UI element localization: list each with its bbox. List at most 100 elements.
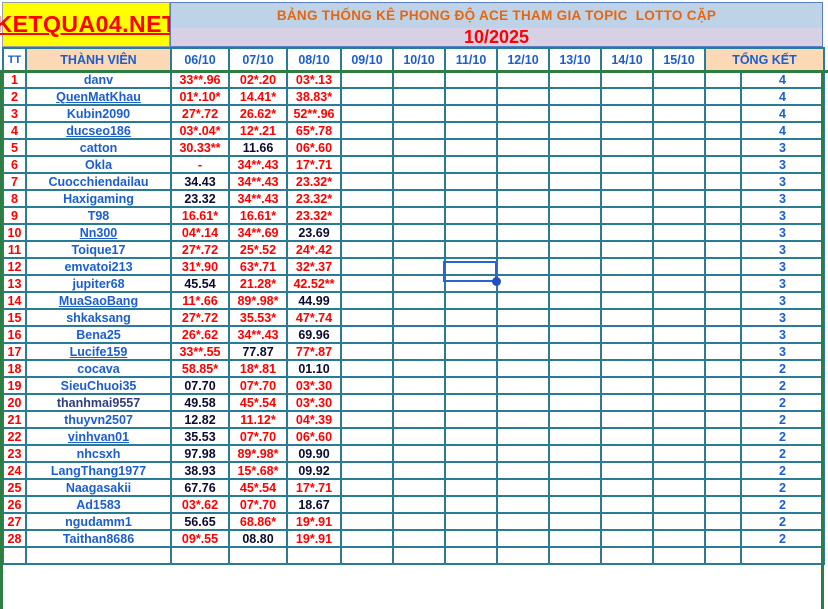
score-cell[interactable]: 34**.43: [228, 189, 288, 208]
score-cell[interactable]: 18*.81: [228, 359, 288, 378]
empty-day-cell[interactable]: [548, 529, 602, 548]
score-cell[interactable]: 34**.43: [228, 155, 288, 174]
score-cell[interactable]: 26.62*: [228, 104, 288, 123]
summary-spacer-cell[interactable]: [704, 189, 742, 208]
score-cell[interactable]: 11.66: [228, 138, 288, 157]
member-name-cell[interactable]: Naagasakii: [25, 478, 172, 497]
empty-day-cell[interactable]: [444, 444, 498, 463]
member-name-cell[interactable]: danv: [25, 70, 172, 89]
empty-day-cell[interactable]: [548, 138, 602, 157]
score-cell[interactable]: [170, 546, 230, 565]
score-cell[interactable]: 16.61*: [228, 206, 288, 225]
empty-day-cell[interactable]: [652, 478, 706, 497]
empty-day-cell[interactable]: [392, 529, 446, 548]
empty-day-cell[interactable]: [444, 308, 498, 327]
empty-day-cell[interactable]: [600, 189, 654, 208]
score-cell[interactable]: 07*.70: [228, 427, 288, 446]
empty-day-cell[interactable]: [496, 461, 550, 480]
member-name-cell[interactable]: Kubin2090: [25, 104, 172, 123]
score-cell[interactable]: 21.28*: [228, 274, 288, 293]
empty-day-cell[interactable]: [600, 461, 654, 480]
empty-day-cell[interactable]: [496, 121, 550, 140]
empty-day-cell[interactable]: [600, 240, 654, 259]
empty-day-cell[interactable]: [496, 104, 550, 123]
empty-day-cell[interactable]: [392, 308, 446, 327]
score-cell[interactable]: 89*.98*: [228, 291, 288, 310]
total-cell[interactable]: 3: [740, 240, 825, 259]
empty-day-cell[interactable]: [600, 342, 654, 361]
score-cell[interactable]: 65*.78: [286, 121, 342, 140]
empty-day-cell[interactable]: [600, 512, 654, 531]
empty-day-cell[interactable]: [652, 461, 706, 480]
empty-day-cell[interactable]: [392, 427, 446, 446]
empty-day-cell[interactable]: [548, 189, 602, 208]
total-cell[interactable]: 2: [740, 444, 825, 463]
total-cell[interactable]: 2: [740, 461, 825, 480]
score-cell[interactable]: 17*.71: [286, 155, 342, 174]
empty-day-cell[interactable]: [600, 444, 654, 463]
empty-day-cell[interactable]: [496, 257, 550, 276]
empty-day-cell[interactable]: [392, 444, 446, 463]
summary-spacer-cell[interactable]: [704, 512, 742, 531]
empty-day-cell[interactable]: [340, 512, 394, 531]
empty-day-cell[interactable]: [340, 138, 394, 157]
empty-day-cell[interactable]: [600, 478, 654, 497]
score-cell[interactable]: 09.90: [286, 444, 342, 463]
score-cell[interactable]: 26*.62: [170, 325, 230, 344]
score-cell[interactable]: 45.54: [170, 274, 230, 293]
member-name-cell[interactable]: SieuChuoi35: [25, 376, 172, 395]
summary-spacer-cell[interactable]: [704, 223, 742, 242]
score-cell[interactable]: 27*.72: [170, 104, 230, 123]
empty-day-cell[interactable]: [340, 87, 394, 106]
empty-day-cell[interactable]: [444, 121, 498, 140]
score-cell[interactable]: 07*.70: [228, 376, 288, 395]
score-cell[interactable]: 08.80: [228, 529, 288, 548]
summary-spacer-cell[interactable]: [704, 308, 742, 327]
empty-day-cell[interactable]: [444, 189, 498, 208]
empty-day-cell[interactable]: [496, 189, 550, 208]
empty-day-cell[interactable]: [496, 291, 550, 310]
empty-day-cell[interactable]: [548, 155, 602, 174]
total-cell[interactable]: 3: [740, 138, 825, 157]
empty-day-cell[interactable]: [548, 512, 602, 531]
header-date-0610[interactable]: 06/10: [170, 47, 230, 72]
empty-day-cell[interactable]: [340, 223, 394, 242]
score-cell[interactable]: 89*.98*: [228, 444, 288, 463]
score-cell[interactable]: 52**.96: [286, 104, 342, 123]
total-cell[interactable]: 2: [740, 393, 825, 412]
empty-day-cell[interactable]: [548, 206, 602, 225]
empty-day-cell[interactable]: [600, 206, 654, 225]
empty-day-cell[interactable]: [548, 223, 602, 242]
total-cell[interactable]: 3: [740, 291, 825, 310]
score-cell[interactable]: 04*.39: [286, 410, 342, 429]
empty-day-cell[interactable]: [392, 87, 446, 106]
empty-day-cell[interactable]: [652, 529, 706, 548]
row-number-cell[interactable]: 25: [2, 478, 27, 497]
row-number-cell[interactable]: 10: [2, 223, 27, 242]
empty-day-cell[interactable]: [392, 325, 446, 344]
score-cell[interactable]: 11*.66: [170, 291, 230, 310]
empty-day-cell[interactable]: [496, 393, 550, 412]
summary-spacer-cell[interactable]: [704, 325, 742, 344]
score-cell[interactable]: 06*.60: [286, 427, 342, 446]
empty-day-cell[interactable]: [600, 274, 654, 293]
summary-spacer-cell[interactable]: [704, 444, 742, 463]
empty-day-cell[interactable]: [600, 359, 654, 378]
score-cell[interactable]: 34**.69: [228, 223, 288, 242]
empty-day-cell[interactable]: [652, 257, 706, 276]
empty-day-cell[interactable]: [340, 427, 394, 446]
empty-day-cell[interactable]: [652, 444, 706, 463]
empty-day-cell[interactable]: [444, 172, 498, 191]
score-cell[interactable]: 47*.74: [286, 308, 342, 327]
empty-day-cell[interactable]: [548, 121, 602, 140]
empty-day-cell[interactable]: [496, 172, 550, 191]
score-cell[interactable]: 38.93: [170, 461, 230, 480]
empty-day-cell[interactable]: [496, 478, 550, 497]
row-number-cell[interactable]: 22: [2, 427, 27, 446]
empty-day-cell[interactable]: [444, 461, 498, 480]
member-name-cell[interactable]: Lucife159: [25, 342, 172, 361]
member-name-cell[interactable]: shkaksang: [25, 308, 172, 327]
total-cell[interactable]: 2: [740, 359, 825, 378]
empty-day-cell[interactable]: [652, 359, 706, 378]
empty-day-cell[interactable]: [392, 257, 446, 276]
